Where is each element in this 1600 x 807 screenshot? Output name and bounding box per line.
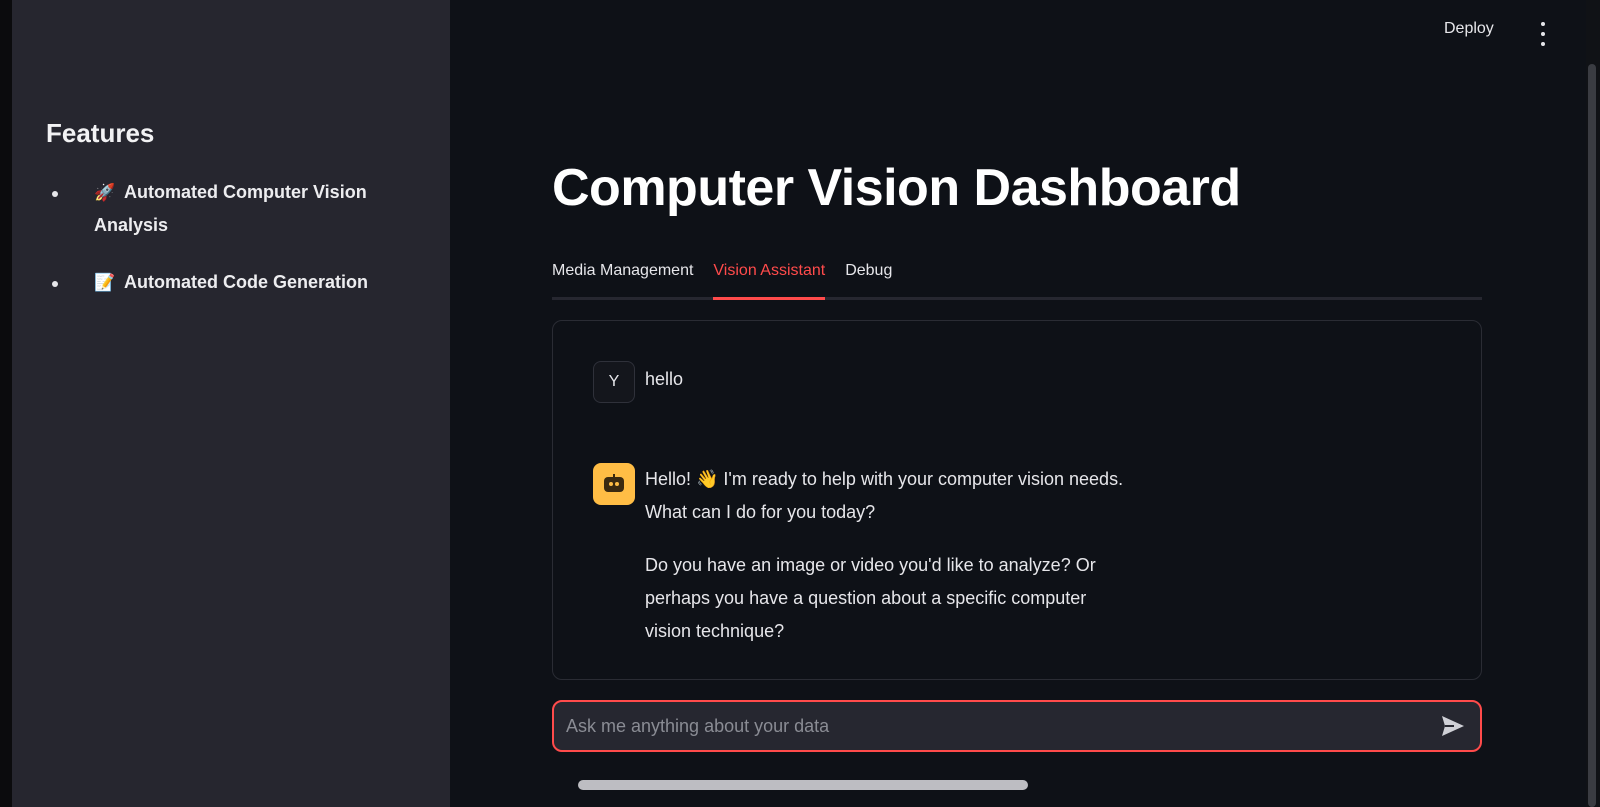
feature-item: 🚀 Automated Computer Vision Analysis — [46, 176, 416, 242]
chat-input[interactable] — [564, 710, 1424, 742]
user-message: hello — [645, 369, 684, 389]
bullet-icon — [52, 281, 58, 287]
user-avatar: Y — [593, 361, 635, 403]
bullet-icon — [52, 191, 58, 197]
chat-container: Y hello Hello! 👋 I'm ready to help with … — [552, 320, 1482, 680]
app-window: Features 🚀 Automated Computer Vision Anal… — [0, 0, 1600, 807]
assistant-paragraph: Hello! 👋 I'm ready to help with your com… — [645, 469, 1124, 522]
sidebar-title: Features — [46, 118, 155, 148]
home-indicator — [578, 780, 1028, 790]
screen-bezel — [0, 0, 12, 807]
robot-icon — [593, 463, 635, 505]
assistant-paragraph: Do you have an image or video you'd like… — [645, 555, 1096, 641]
tab-bar: Media Management Vision Assistant Debug — [552, 258, 1482, 300]
send-icon[interactable] — [1440, 714, 1466, 738]
sidebar: Features 🚀 Automated Computer Vision Anal… — [12, 0, 450, 807]
tab-debug[interactable]: Debug — [845, 258, 892, 297]
page-title: Computer Vision Dashboard — [552, 159, 1241, 217]
feature-label: Automated Computer Vision Analysis — [94, 182, 367, 235]
feature-item: 📝 Automated Code Generation — [46, 266, 416, 299]
feature-list: 🚀 Automated Computer Vision Analysis 📝 Aut… — [46, 176, 416, 323]
kebab-menu-icon[interactable] — [1536, 22, 1550, 46]
memo-icon: 📝 — [94, 273, 116, 292]
rocket-icon: 🚀 — [94, 183, 116, 202]
feature-label: Automated Code Generation — [124, 272, 369, 292]
deploy-button[interactable]: Deploy — [1444, 20, 1494, 38]
tab-media-management[interactable]: Media Management — [552, 258, 693, 297]
chat-input-box — [552, 700, 1482, 752]
assistant-message: Hello! 👋 I'm ready to help with your com… — [645, 463, 1135, 668]
scrollbar-thumb[interactable] — [1588, 64, 1596, 807]
tab-vision-assistant[interactable]: Vision Assistant — [713, 258, 825, 300]
